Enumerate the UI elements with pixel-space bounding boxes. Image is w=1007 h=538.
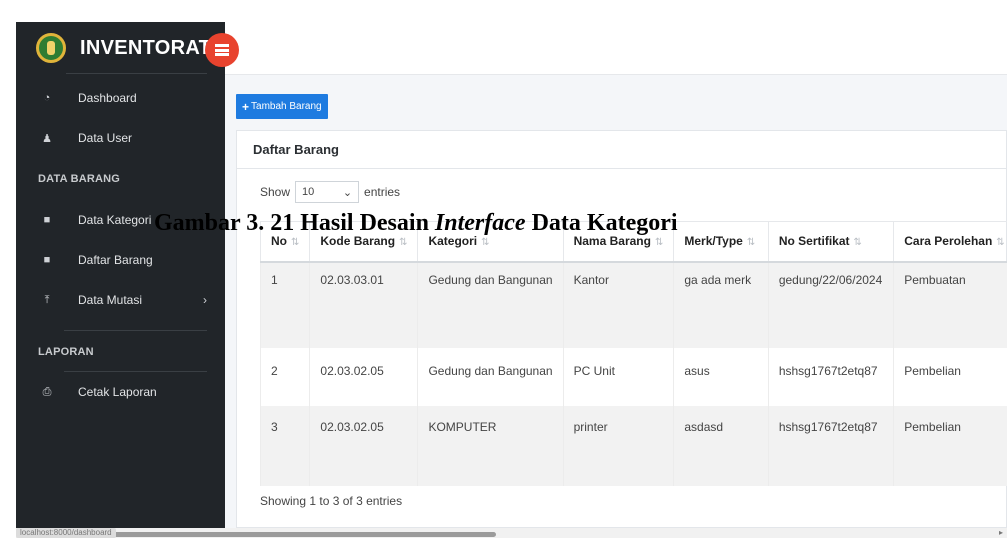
brand-divider bbox=[66, 73, 207, 74]
brand-logo-icon bbox=[36, 33, 66, 63]
caption-suffix: Data Kategori bbox=[525, 210, 678, 236]
card-title: Daftar Barang bbox=[237, 131, 1006, 169]
browser-status-bar: localhost:8000/dashboard ▸ bbox=[16, 528, 1007, 538]
cell-kode-barang: 02.03.02.05 bbox=[309, 347, 419, 406]
page-length-select[interactable]: 10 ⌄ bbox=[295, 181, 360, 203]
add-item-label: Tambah Barang bbox=[251, 101, 322, 112]
cell-merk-type: asdasd bbox=[673, 405, 769, 486]
table-container: No ⇅ Kode Barang ⇅ Kategori ⇅ Nama Barang ⇅ … bbox=[259, 221, 1007, 486]
sidebar-section-data-barang: DATA BARANG bbox=[38, 173, 121, 185]
brand[interactable]: INVENTORAT bbox=[16, 22, 225, 74]
sidebar-item-label: Dashboard bbox=[78, 91, 137, 105]
cell-kode-barang: 02.03.03.01 bbox=[309, 261, 419, 348]
entries-label: entries bbox=[364, 185, 401, 199]
add-item-button[interactable]: + Tambah Barang bbox=[236, 94, 328, 119]
main-content: + Tambah Barang Daftar Barang Show 10 ⌄ … bbox=[225, 22, 1007, 528]
cell-merk-type: ga ada merk bbox=[673, 261, 769, 348]
status-url: localhost:8000/dashboard bbox=[16, 528, 116, 538]
sort-icon: ⇅ bbox=[399, 237, 408, 249]
cell-no: 3 bbox=[259, 405, 311, 486]
sort-icon: ⇅ bbox=[481, 237, 490, 249]
menu-toggle-button[interactable] bbox=[205, 33, 239, 67]
chevron-down-icon: ⌄ bbox=[342, 186, 353, 199]
user-icon: ♟ bbox=[42, 132, 52, 145]
column-header-no-sertifikat[interactable]: No Sertifikat ⇅ bbox=[767, 221, 895, 263]
sidebar: INVENTORAT ◔ Dashboard ♟ Data User DATA … bbox=[16, 22, 225, 528]
table-row: 3 02.03.02.05 KOMPUTER printer asdasd hs… bbox=[259, 405, 1007, 486]
sidebar-item-data-mutasi[interactable]: ⤒ Data Mutasi › bbox=[16, 280, 225, 320]
sort-icon: ⇅ bbox=[996, 237, 1005, 249]
sidebar-item-daftar-barang[interactable]: ■ Daftar Barang bbox=[16, 240, 225, 280]
figure-caption: Gambar 3. 21 Hasil Desain Interface Data… bbox=[154, 210, 678, 237]
cell-no-sertifikat: hshsg1767t2etq87 bbox=[767, 405, 895, 486]
cell-merk-type: asus bbox=[673, 347, 769, 406]
upload-icon: ⤒ bbox=[44, 293, 50, 306]
sidebar-item-cetak-laporan[interactable]: ⎙ Cetak Laporan bbox=[16, 372, 225, 412]
sort-icon: ⇅ bbox=[654, 237, 664, 249]
printer-icon: ⎙ bbox=[42, 385, 52, 398]
cell-nama-barang: printer bbox=[562, 405, 675, 486]
table-row: 2 02.03.02.05 Gedung dan Bangunan PC Uni… bbox=[259, 347, 1007, 406]
caption-italic: Interface bbox=[434, 210, 526, 236]
cell-kategori: Gedung dan Bangunan bbox=[417, 347, 564, 406]
briefcase-icon: ■ bbox=[43, 254, 51, 266]
cell-cara-perolehan: Pembelian bbox=[893, 347, 1007, 406]
sidebar-item-label: Cetak Laporan bbox=[78, 385, 157, 399]
cell-no-sertifikat: gedung/22/06/2024 bbox=[767, 261, 895, 348]
sidebar-item-label: Data Mutasi bbox=[78, 293, 143, 307]
table-row: 1 02.03.03.01 Gedung dan Bangunan Kantor… bbox=[259, 261, 1007, 348]
cell-no-sertifikat: hshsg1767t2etq87 bbox=[767, 347, 895, 406]
sidebar-item-label: Data User bbox=[78, 131, 133, 145]
hamburger-icon bbox=[215, 44, 229, 56]
cell-cara-perolehan: Pembelian bbox=[893, 405, 1007, 486]
cell-kategori: KOMPUTER bbox=[417, 405, 564, 486]
items-table: No ⇅ Kode Barang ⇅ Kategori ⇅ Nama Barang ⇅ … bbox=[259, 221, 1007, 486]
sort-icon: ⇅ bbox=[746, 237, 756, 249]
cell-no: 1 bbox=[259, 261, 311, 348]
window-left-edge bbox=[0, 0, 16, 538]
chevron-right-icon: › bbox=[203, 293, 207, 307]
topbar bbox=[225, 22, 1007, 75]
sort-icon: ⇅ bbox=[291, 237, 300, 249]
cell-no: 2 bbox=[259, 347, 311, 406]
dashboard-icon: ◔ bbox=[43, 92, 51, 104]
column-header-cara-perolehan[interactable]: Cara Perolehan ⇅ bbox=[893, 221, 1007, 263]
table-info: Showing 1 to 3 of 3 entries bbox=[260, 494, 403, 508]
brand-name: INVENTORAT bbox=[80, 36, 212, 59]
page-length-value: 10 bbox=[302, 186, 315, 198]
cell-kategori: Gedung dan Bangunan bbox=[417, 261, 564, 348]
briefcase-icon: ■ bbox=[43, 214, 51, 226]
items-card: Daftar Barang Show 10 ⌄ entries No ⇅ Kode… bbox=[236, 130, 1007, 528]
caption-prefix: Gambar 3. 21 Hasil Desain bbox=[154, 210, 435, 236]
sidebar-item-label: Daftar Barang bbox=[78, 253, 153, 267]
sidebar-item-data-user[interactable]: ♟ Data User bbox=[16, 118, 225, 158]
plus-icon: + bbox=[242, 99, 250, 114]
cell-nama-barang: Kantor bbox=[562, 261, 675, 348]
show-label: Show bbox=[260, 185, 291, 199]
sort-icon: ⇅ bbox=[853, 237, 862, 249]
cell-cara-perolehan: Pembuatan bbox=[893, 261, 1007, 348]
sidebar-section-laporan: LAPORAN bbox=[38, 346, 94, 358]
window-top-edge bbox=[0, 0, 1007, 22]
cell-kode-barang: 02.03.02.05 bbox=[309, 405, 419, 486]
scroll-right-icon[interactable]: ▸ bbox=[999, 528, 1003, 537]
page-length-control: Show 10 ⌄ entries bbox=[260, 181, 400, 203]
cell-nama-barang: PC Unit bbox=[562, 347, 675, 406]
sidebar-item-dashboard[interactable]: ◔ Dashboard bbox=[16, 78, 225, 118]
column-header-merk-type[interactable]: Merk/Type ⇅ bbox=[673, 221, 769, 263]
